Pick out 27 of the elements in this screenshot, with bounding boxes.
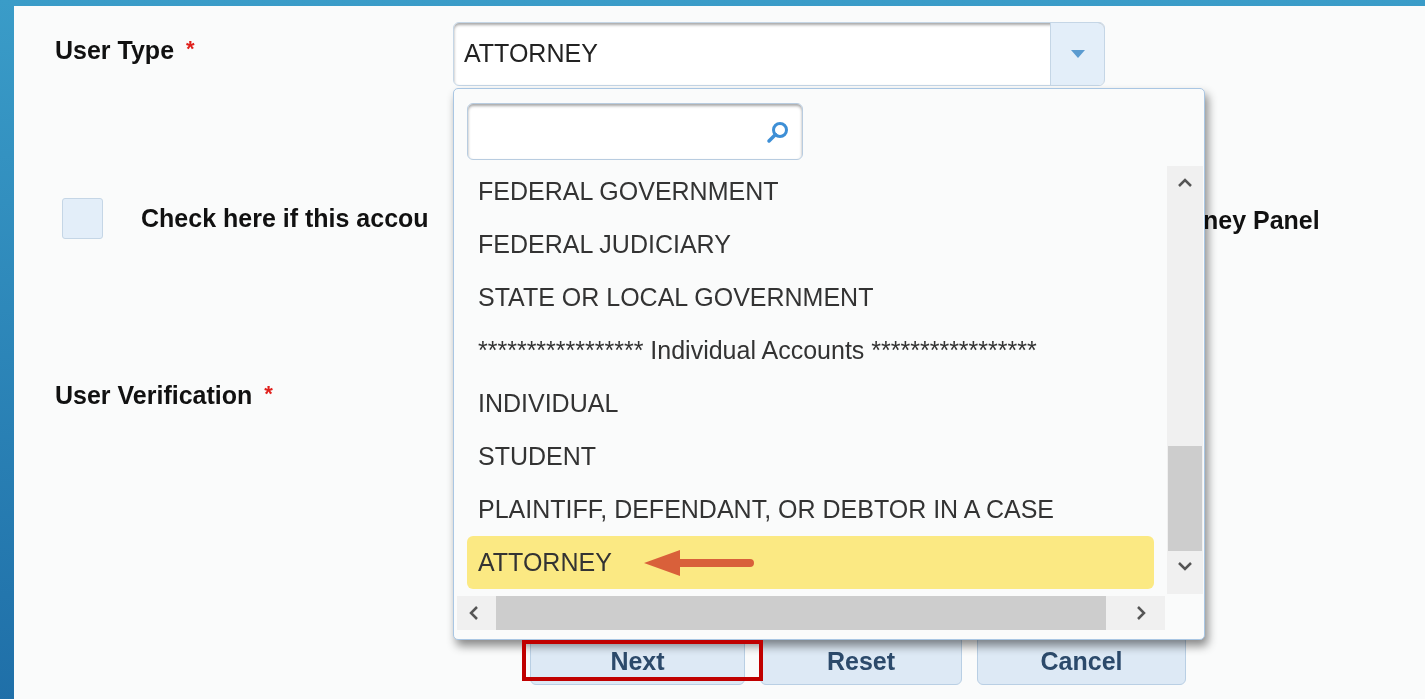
field-label: User Verification — [55, 380, 253, 411]
required-mark: * — [264, 380, 273, 408]
dropdown-option[interactable]: STATE OR LOCAL GOVERNMENT — [467, 271, 1154, 324]
scrollbar-thumb[interactable] — [1168, 446, 1202, 551]
scroll-down-icon[interactable] — [1177, 561, 1193, 571]
dropdown-option[interactable]: ***************** Individual Accounts ***************** — [467, 324, 1154, 377]
dropdown-button[interactable] — [1050, 23, 1104, 85]
checkbox-label: Check here if this accou — [141, 202, 429, 234]
search-field[interactable] — [467, 103, 803, 160]
combobox-value: ATTORNEY — [463, 38, 599, 70]
caret-icon — [1070, 50, 1085, 58]
checkbox[interactable] — [62, 198, 103, 239]
dropdown-option[interactable]: FEDERAL GOVERNMENT — [467, 165, 1154, 218]
scroll-left-icon[interactable] — [469, 605, 479, 621]
user-type-combobox[interactable]: ATTORNEY — [453, 22, 1105, 86]
search-icon — [766, 119, 790, 144]
dropdown-option[interactable]: FEDERAL JUDICIARY — [467, 218, 1154, 271]
dropdown-option[interactable]: ATTORNEY — [467, 536, 1154, 589]
dropdown-option[interactable]: STUDENT — [467, 430, 1154, 483]
field-label: User Type — [55, 35, 175, 66]
dropdown-option[interactable]: PLAINTIFF, DEFENDANT, OR DEBTOR IN A CASE — [467, 483, 1154, 536]
dropdown-option[interactable]: INDIVIDUAL — [467, 377, 1154, 430]
required-mark: * — [186, 35, 195, 63]
checkbox-label: ney Panel — [1203, 205, 1320, 236]
scroll-right-icon[interactable] — [1136, 605, 1146, 621]
vertical-scrollbar[interactable] — [1167, 166, 1203, 594]
scroll-up-icon[interactable] — [1177, 178, 1193, 188]
